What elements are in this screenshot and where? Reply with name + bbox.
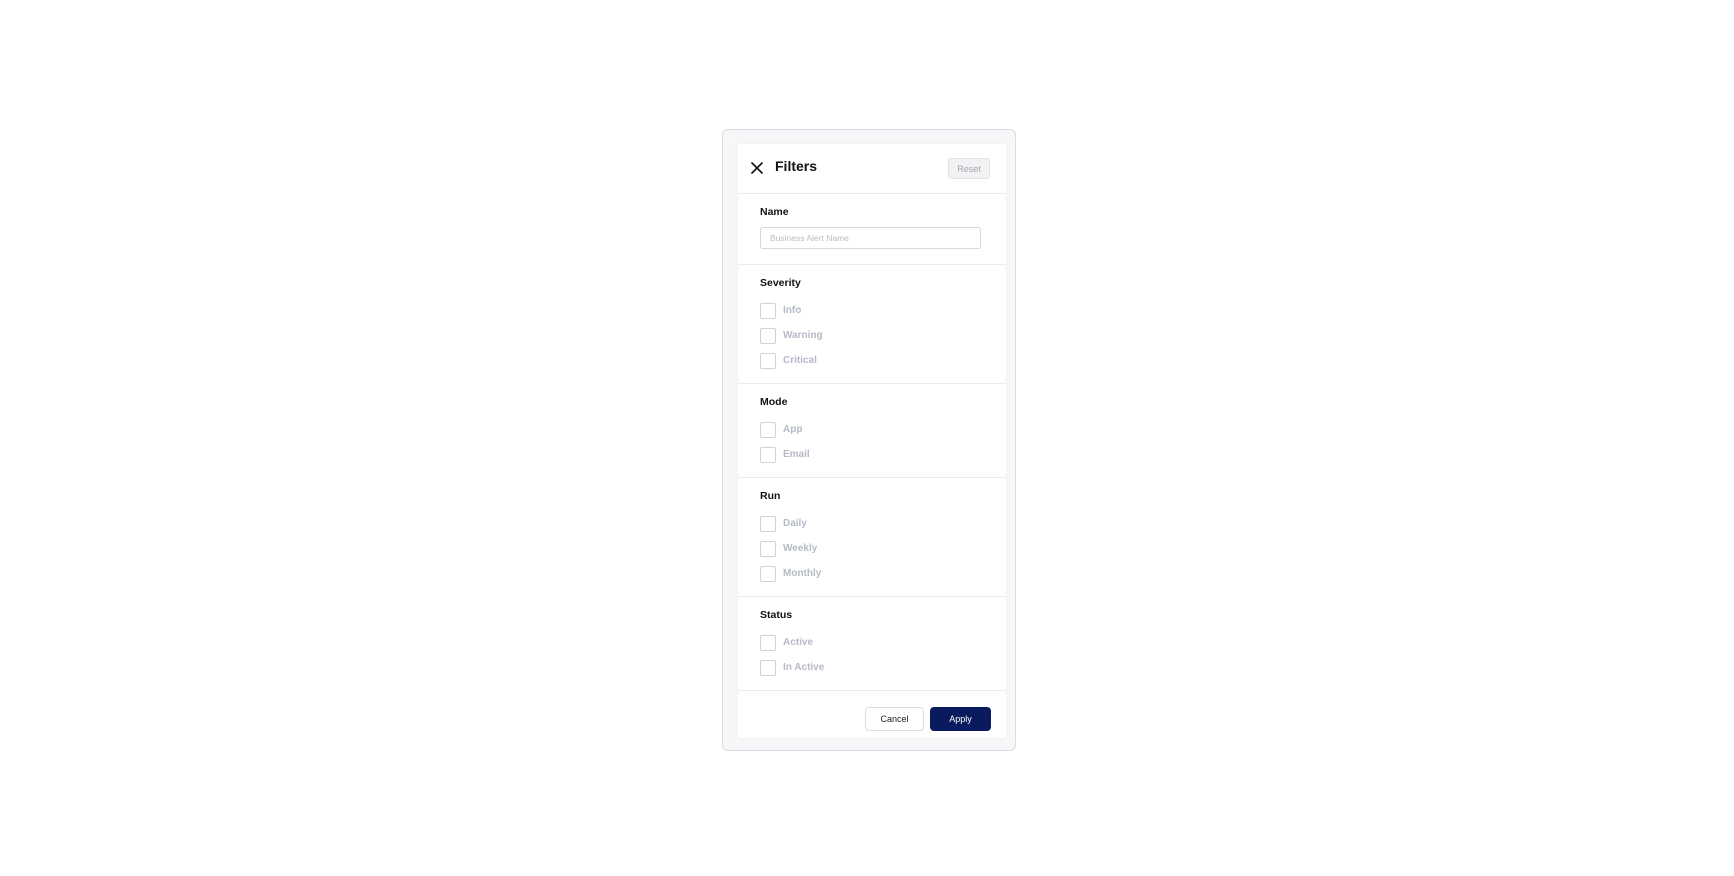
option-label: Monthly — [783, 568, 822, 579]
severity-option-info[interactable]: Info — [760, 298, 984, 323]
name-label: Name — [760, 206, 789, 218]
checkbox[interactable] — [760, 421, 776, 438]
checkbox[interactable] — [760, 540, 776, 557]
mode-option-app[interactable]: App — [760, 417, 984, 442]
panel-footer: Cancel Apply — [738, 691, 1006, 753]
checkbox[interactable] — [760, 352, 776, 369]
mode-section: Mode App Email — [738, 384, 1006, 478]
severity-label: Severity — [760, 277, 801, 289]
status-option-inactive[interactable]: In Active — [760, 655, 984, 680]
option-label: Info — [783, 305, 802, 316]
run-option-weekly[interactable]: Weekly — [760, 536, 984, 561]
option-label: Daily — [783, 518, 807, 529]
name-input[interactable] — [760, 227, 981, 249]
run-option-daily[interactable]: Daily — [760, 511, 984, 536]
option-label: Active — [783, 637, 814, 648]
checkbox[interactable] — [760, 515, 776, 532]
checkbox[interactable] — [760, 634, 776, 651]
filters-panel: Filters Reset Name Severity Info Warning… — [738, 144, 1006, 738]
mode-label: Mode — [760, 396, 788, 408]
reset-button[interactable]: Reset — [948, 158, 990, 179]
severity-option-critical[interactable]: Critical — [760, 348, 984, 373]
status-section: Status Active In Active — [738, 597, 1006, 691]
checkbox[interactable] — [760, 302, 776, 319]
checkbox[interactable] — [760, 565, 776, 582]
panel-title: Filters — [775, 158, 818, 174]
filters-dialog-frame: Filters Reset Name Severity Info Warning… — [722, 129, 1016, 751]
status-label: Status — [760, 609, 793, 621]
severity-section: Severity Info Warning Critical — [738, 265, 1006, 384]
option-label: Warning — [783, 330, 823, 341]
option-label: In Active — [783, 662, 825, 673]
option-label: App — [783, 424, 803, 435]
run-section: Run Daily Weekly Monthly — [738, 478, 1006, 597]
option-label: Weekly — [783, 543, 818, 554]
run-label: Run — [760, 490, 781, 502]
panel-header: Filters Reset — [738, 144, 1006, 194]
mode-option-email[interactable]: Email — [760, 442, 984, 467]
checkbox[interactable] — [760, 659, 776, 676]
status-option-active[interactable]: Active — [760, 630, 984, 655]
name-section: Name — [738, 194, 1006, 265]
checkbox[interactable] — [760, 327, 776, 344]
apply-button[interactable]: Apply — [930, 707, 991, 731]
checkbox[interactable] — [760, 446, 776, 463]
close-icon[interactable] — [750, 161, 764, 175]
option-label: Critical — [783, 355, 817, 366]
option-label: Email — [783, 449, 810, 460]
severity-option-warning[interactable]: Warning — [760, 323, 984, 348]
cancel-button[interactable]: Cancel — [865, 707, 924, 731]
run-option-monthly[interactable]: Monthly — [760, 561, 984, 586]
